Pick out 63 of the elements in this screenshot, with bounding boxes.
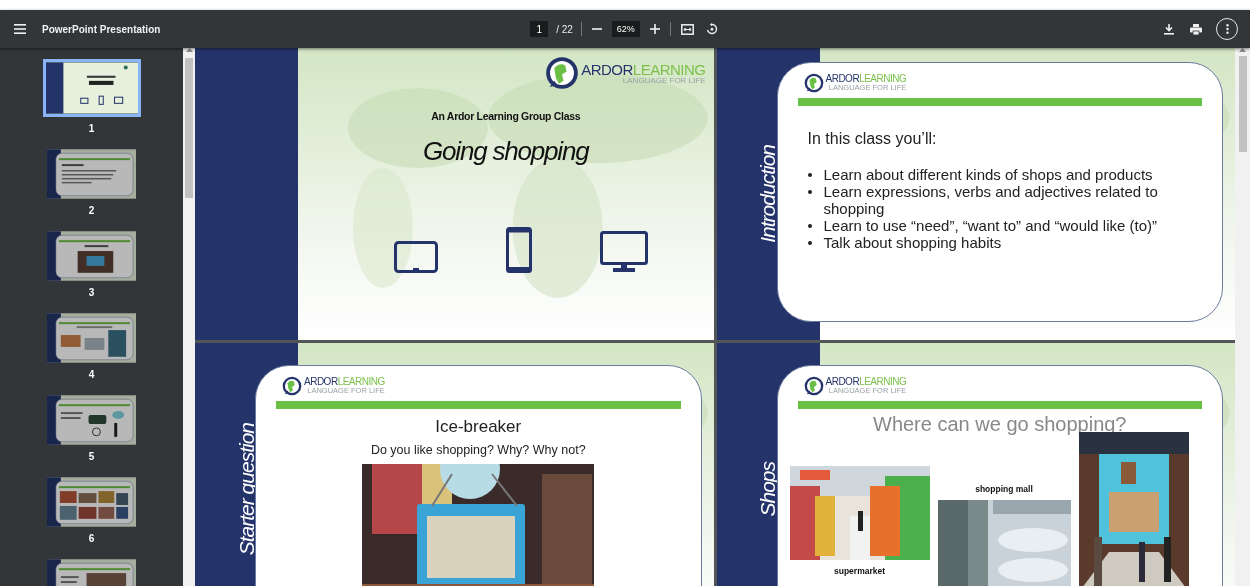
page-thumbnail[interactable] — [42, 59, 141, 117]
scrollbar[interactable] — [183, 48, 195, 586]
fit-page-button[interactable] — [678, 21, 696, 37]
bullet-text: Talk about shopping habits — [823, 234, 1002, 251]
slide-heading: Ice-breaker — [435, 417, 522, 437]
plus-icon — [649, 24, 660, 34]
globe-logo-icon — [282, 376, 302, 396]
scrollbar-thumb[interactable] — [185, 58, 193, 198]
zoom-field[interactable]: 62% — [611, 21, 640, 37]
globe-logo-icon — [803, 376, 824, 396]
logo-wordmark: ARDORLEARNING — [581, 61, 706, 77]
bullet-icon — [807, 173, 812, 177]
rotate-icon — [705, 23, 718, 35]
download-icon — [1164, 23, 1174, 35]
menu-button[interactable] — [12, 22, 28, 36]
bullet-icon — [807, 190, 812, 194]
slide-question: Do you like shopping? Why? Why not? — [370, 443, 586, 457]
logo-wordmark: ARDORLEARNING — [825, 74, 907, 85]
tablet-icon — [393, 241, 438, 273]
logo-wordmark: ARDORLEARNING — [304, 377, 385, 388]
bullet-text: Learn about different kinds of shops and products — [823, 166, 1153, 183]
slide-heading: In this class you’ll: — [807, 130, 938, 148]
scrollbar[interactable] — [1235, 48, 1250, 586]
bullet-icon — [807, 224, 812, 228]
page-thumbnail[interactable] — [47, 231, 136, 281]
page-thumbnail[interactable] — [47, 149, 136, 199]
page-number: 3 — [88, 287, 95, 298]
bullet-text: Learn to use “need”, “want to” and “would like (to)” — [823, 217, 1157, 234]
globe-logo-icon — [803, 73, 824, 93]
bullet-icon — [807, 241, 812, 245]
slide-heading: Where can we go shopping? — [872, 413, 1128, 436]
page-number-field[interactable]: 1 — [530, 21, 549, 37]
zoom-in-button[interactable] — [647, 22, 662, 36]
image-caption: supermarket — [834, 566, 885, 576]
section-label: Introduction — [756, 145, 780, 243]
download-button[interactable] — [1162, 21, 1176, 37]
print-button[interactable] — [1188, 21, 1204, 37]
bullet-text: Learn expressions, verbs and adjectives related to shopping — [823, 183, 1159, 217]
page-number: 2 — [88, 205, 95, 216]
section-label: Shops — [756, 461, 780, 517]
logo-wordmark: ARDORLEARNING — [825, 377, 907, 388]
more-icon — [1225, 24, 1229, 34]
document-title: PowerPoint Presentation — [42, 23, 161, 35]
page-number: 6 — [88, 533, 95, 544]
phone-icon — [505, 227, 532, 273]
globe-logo-icon — [545, 56, 580, 90]
page-number: 5 — [88, 451, 95, 462]
page-thumbnail[interactable] — [47, 477, 136, 527]
section-label: Starter question — [234, 422, 259, 556]
menu-icon — [14, 24, 26, 34]
slide-subtitle: An Ardor Learning Group Class — [431, 110, 581, 122]
logo-tagline: LANGUAGE FOR LIFE — [621, 76, 706, 85]
slide-title: Going shopping — [423, 136, 589, 167]
page-count: / 22 — [556, 23, 573, 35]
print-icon — [1190, 23, 1202, 35]
fit-page-icon — [680, 23, 694, 35]
page-thumbnail[interactable] — [47, 313, 136, 363]
page-number: 4 — [88, 369, 95, 380]
scrollbar-thumb[interactable] — [1238, 56, 1247, 152]
monitor-icon — [599, 231, 648, 273]
page-number: 1 — [88, 123, 95, 134]
page-thumbnail[interactable] — [47, 395, 136, 445]
image-caption: shopping mall — [975, 484, 1033, 494]
